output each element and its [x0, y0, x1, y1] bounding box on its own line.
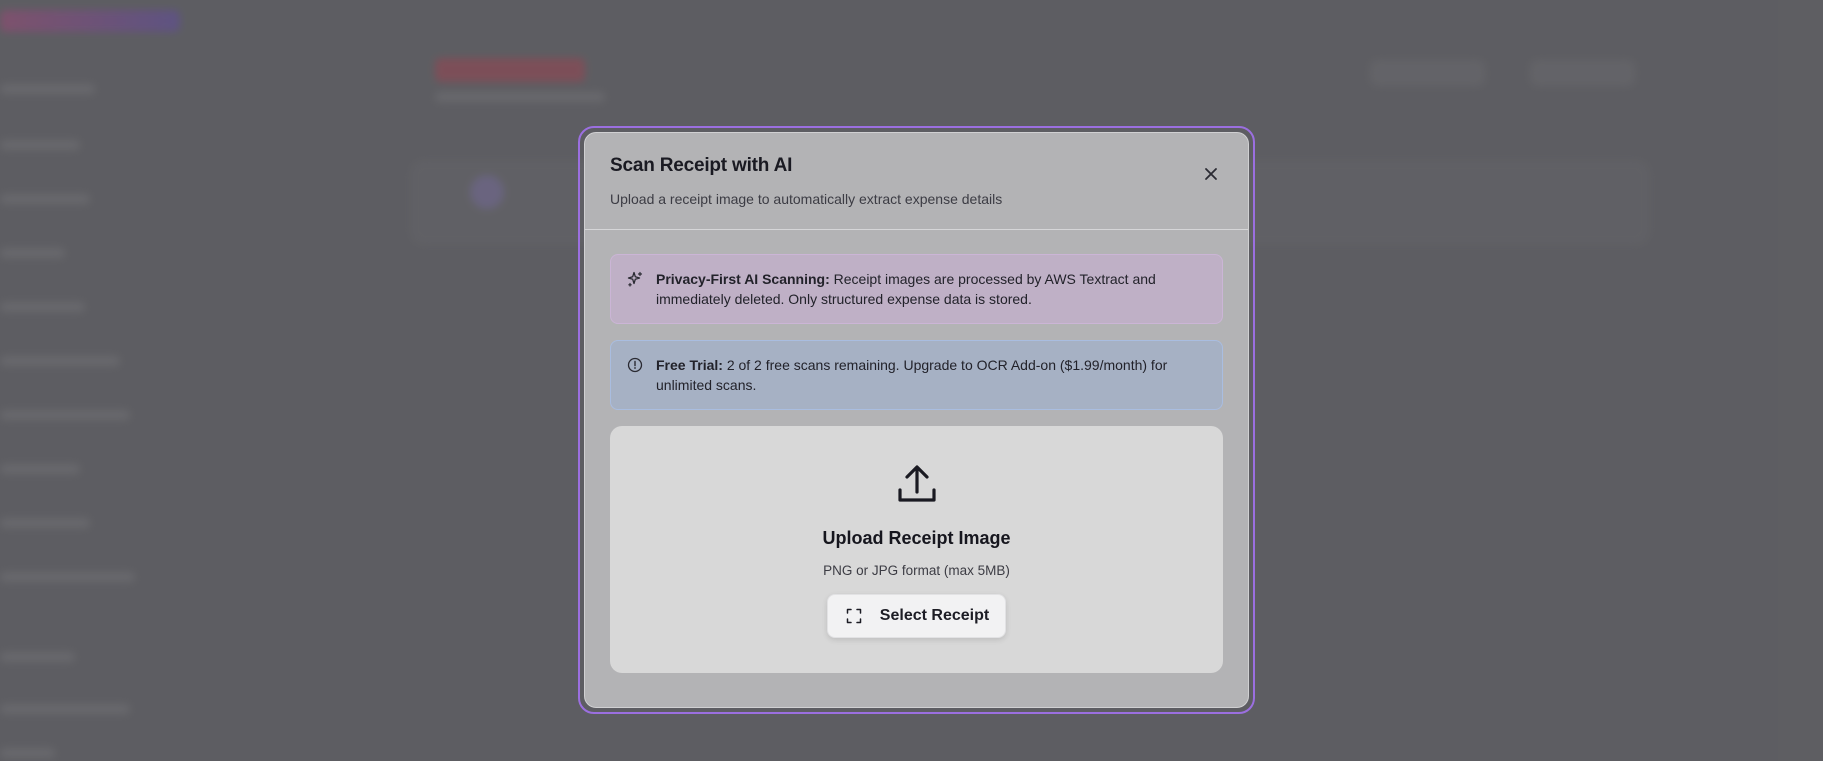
- upload-icon: [897, 465, 936, 502]
- privacy-notice: Privacy-First AI Scanning: Receipt image…: [610, 254, 1223, 324]
- close-button[interactable]: [1200, 163, 1222, 185]
- select-receipt-button[interactable]: Select Receipt: [826, 594, 1007, 638]
- upload-dropzone[interactable]: Upload Receipt Image PNG or JPG format (…: [610, 426, 1223, 673]
- privacy-notice-label: Privacy-First AI Scanning:: [656, 271, 830, 287]
- scan-receipt-dialog: Scan Receipt with AI Upload a receipt im…: [578, 126, 1255, 714]
- free-trial-label: Free Trial:: [656, 357, 723, 373]
- sparkles-icon: [627, 271, 643, 287]
- close-icon: [1205, 168, 1217, 180]
- free-trial-notice: Free Trial: 2 of 2 free scans remaining.…: [610, 340, 1223, 410]
- dialog-title: Scan Receipt with AI: [610, 155, 793, 176]
- scan-icon: [846, 608, 862, 624]
- dialog-header: Scan Receipt with AI Upload a receipt im…: [585, 133, 1248, 230]
- upload-title: Upload Receipt Image: [822, 528, 1011, 548]
- free-trial-text: 2 of 2 free scans remaining. Upgrade to …: [656, 357, 1168, 393]
- dialog-description: Upload a receipt image to automatically …: [610, 191, 1003, 207]
- select-receipt-label: Select Receipt: [879, 607, 990, 624]
- dialog-panel: Scan Receipt with AI Upload a receipt im…: [584, 132, 1249, 708]
- upload-format-hint: PNG or JPG format (max 5MB): [823, 563, 1010, 578]
- info-icon: [627, 357, 643, 373]
